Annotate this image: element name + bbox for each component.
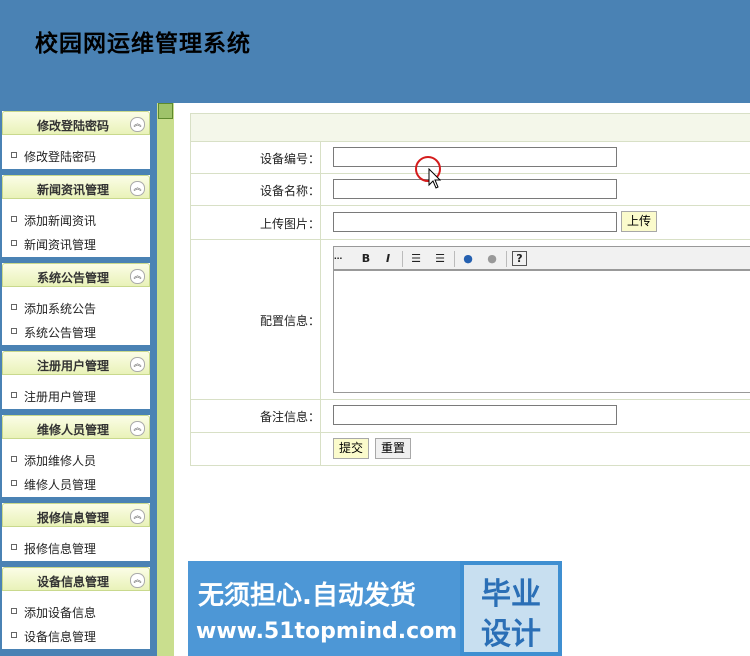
double-chevron-up-icon[interactable]: ︽ xyxy=(130,117,145,132)
menu-header-devices[interactable]: 设备信息管理 ︽ xyxy=(2,567,150,591)
form-row-remark: 备注信息： xyxy=(191,399,750,432)
remove-link-icon[interactable]: ● xyxy=(484,251,500,266)
bullet-icon xyxy=(11,240,17,246)
device-name-input[interactable] xyxy=(333,179,617,199)
menu-group-users: 注册用户管理 ︽ 注册用户管理 xyxy=(2,351,150,409)
menu-group-news: 新闻资讯管理 ︽ 添加新闻资讯 新闻资讯管理 xyxy=(2,175,150,257)
device-no-label: 设备编号： xyxy=(191,142,321,173)
sidebar-splitter[interactable] xyxy=(157,103,174,656)
sidebar-item-manage-news[interactable]: 新闻资讯管理 xyxy=(11,236,96,253)
config-editor-area[interactable] xyxy=(333,270,750,393)
double-chevron-up-icon[interactable]: ︽ xyxy=(130,509,145,524)
form-row-device-name: 设备名称： xyxy=(191,173,750,205)
bullet-icon xyxy=(11,608,17,614)
bold-button[interactable]: B xyxy=(358,251,374,266)
sidebar-item-add-news[interactable]: 添加新闻资讯 xyxy=(11,212,96,229)
double-chevron-up-icon[interactable]: ︽ xyxy=(130,181,145,196)
menu-group-repair: 报修信息管理 ︽ 报修信息管理 xyxy=(2,503,150,561)
remark-label: 备注信息： xyxy=(191,400,321,432)
app-title: 校园网运维管理系统 xyxy=(35,31,251,57)
sidebar-item-add-repairman[interactable]: 添加维修人员 xyxy=(11,452,96,469)
remark-input[interactable] xyxy=(333,405,617,425)
reset-button[interactable]: 重置 xyxy=(375,438,412,459)
actions-label-cell xyxy=(191,433,321,465)
app-header: 校园网运维管理系统 xyxy=(0,0,750,103)
bullet-icon xyxy=(11,152,17,158)
form-header-bar xyxy=(191,114,750,141)
upload-button[interactable]: 上传 xyxy=(621,211,658,232)
banner-right-top: 毕业 xyxy=(481,577,541,612)
menu-group-password: 修改登陆密码 ︽ 修改登陆密码 xyxy=(2,111,150,169)
toolbar-separator xyxy=(506,251,507,267)
banner-slogan: 无须担心.自动发货 xyxy=(198,581,416,611)
form-row-device-no: 设备编号： xyxy=(191,141,750,173)
submit-button[interactable]: 提交 xyxy=(333,438,370,459)
toolbar-grip-icon: ⋯ xyxy=(334,254,342,263)
sidebar-item-add-device[interactable]: 添加设备信息 xyxy=(11,604,96,621)
editor-toolbar: ⋯ B I ☰ ☰ ● ● ? xyxy=(333,246,750,270)
sidebar-item-add-notice[interactable]: 添加系统公告 xyxy=(11,300,96,317)
menu-header-notice[interactable]: 系统公告管理 ︽ xyxy=(2,263,150,287)
bullet-icon xyxy=(11,480,17,486)
menu-group-repairmen: 维修人员管理 ︽ 添加维修人员 维修人员管理 xyxy=(2,415,150,497)
banner-right-panel: 毕业 设计 xyxy=(464,565,558,652)
bullet-icon xyxy=(11,456,17,462)
watermark-banner: 无须担心.自动发货 www.51topmind.com 毕业 设计 xyxy=(188,561,562,656)
config-label: 配置信息： xyxy=(191,240,321,399)
menu-header-news[interactable]: 新闻资讯管理 ︽ xyxy=(2,175,150,199)
sidebar-item-change-password[interactable]: 修改登陆密码 xyxy=(11,148,96,165)
upload-label: 上传图片： xyxy=(191,206,321,239)
sidebar-item-manage-devices[interactable]: 设备信息管理 xyxy=(11,628,96,645)
menu-group-devices: 设备信息管理 ︽ 添加设备信息 设备信息管理 xyxy=(2,567,150,649)
bullet-icon xyxy=(11,328,17,334)
menu-header-users[interactable]: 注册用户管理 ︽ xyxy=(2,351,150,375)
sidebar-item-manage-users[interactable]: 注册用户管理 xyxy=(11,388,96,405)
upload-path-input[interactable] xyxy=(333,212,617,232)
help-icon[interactable]: ? xyxy=(512,251,527,266)
bullet-icon xyxy=(11,304,17,310)
sidebar-item-manage-notice[interactable]: 系统公告管理 xyxy=(11,324,96,341)
device-form: 设备编号： 设备名称： 上传图片： 上传 配置信息： ⋯ B I ☰ ☰ ● ● xyxy=(190,113,750,466)
italic-button[interactable]: I xyxy=(380,251,396,266)
double-chevron-up-icon[interactable]: ︽ xyxy=(130,357,145,372)
sidebar-item-manage-repair[interactable]: 报修信息管理 xyxy=(11,540,96,557)
banner-url: www.51topmind.com xyxy=(196,619,458,644)
device-no-input[interactable] xyxy=(333,147,617,167)
banner-left-panel: 无须担心.自动发货 www.51topmind.com xyxy=(188,561,460,656)
menu-header-password[interactable]: 修改登陆密码 ︽ xyxy=(2,111,150,135)
sidebar: 修改登陆密码 ︽ 修改登陆密码 新闻资讯管理 ︽ 添加新闻资讯 新闻资讯管理 系统公… xyxy=(0,103,157,656)
device-name-label: 设备名称： xyxy=(191,174,321,205)
menu-header-repair[interactable]: 报修信息管理 ︽ xyxy=(2,503,150,527)
unordered-list-icon[interactable]: ☰ xyxy=(432,251,448,266)
toolbar-separator xyxy=(402,251,403,267)
mouse-pointer-icon xyxy=(428,168,442,189)
sidebar-toggle-icon[interactable] xyxy=(158,103,173,119)
form-row-config: 配置信息： ⋯ B I ☰ ☰ ● ● ? xyxy=(191,239,750,399)
form-row-actions: 提交 重置 xyxy=(191,432,750,465)
ordered-list-icon[interactable]: ☰ xyxy=(408,251,424,266)
banner-right-bottom: 设计 xyxy=(481,617,541,652)
double-chevron-up-icon[interactable]: ︽ xyxy=(130,573,145,588)
insert-link-icon[interactable]: ● xyxy=(460,251,476,266)
double-chevron-up-icon[interactable]: ︽ xyxy=(130,421,145,436)
menu-group-notice: 系统公告管理 ︽ 添加系统公告 系统公告管理 xyxy=(2,263,150,345)
form-row-upload: 上传图片： 上传 xyxy=(191,205,750,239)
bullet-icon xyxy=(11,544,17,550)
bullet-icon xyxy=(11,216,17,222)
toolbar-separator xyxy=(454,251,455,267)
menu-header-repairmen[interactable]: 维修人员管理 ︽ xyxy=(2,415,150,439)
bullet-icon xyxy=(11,392,17,398)
bullet-icon xyxy=(11,632,17,638)
double-chevron-up-icon[interactable]: ︽ xyxy=(130,269,145,284)
sidebar-item-manage-repairmen[interactable]: 维修人员管理 xyxy=(11,476,96,493)
